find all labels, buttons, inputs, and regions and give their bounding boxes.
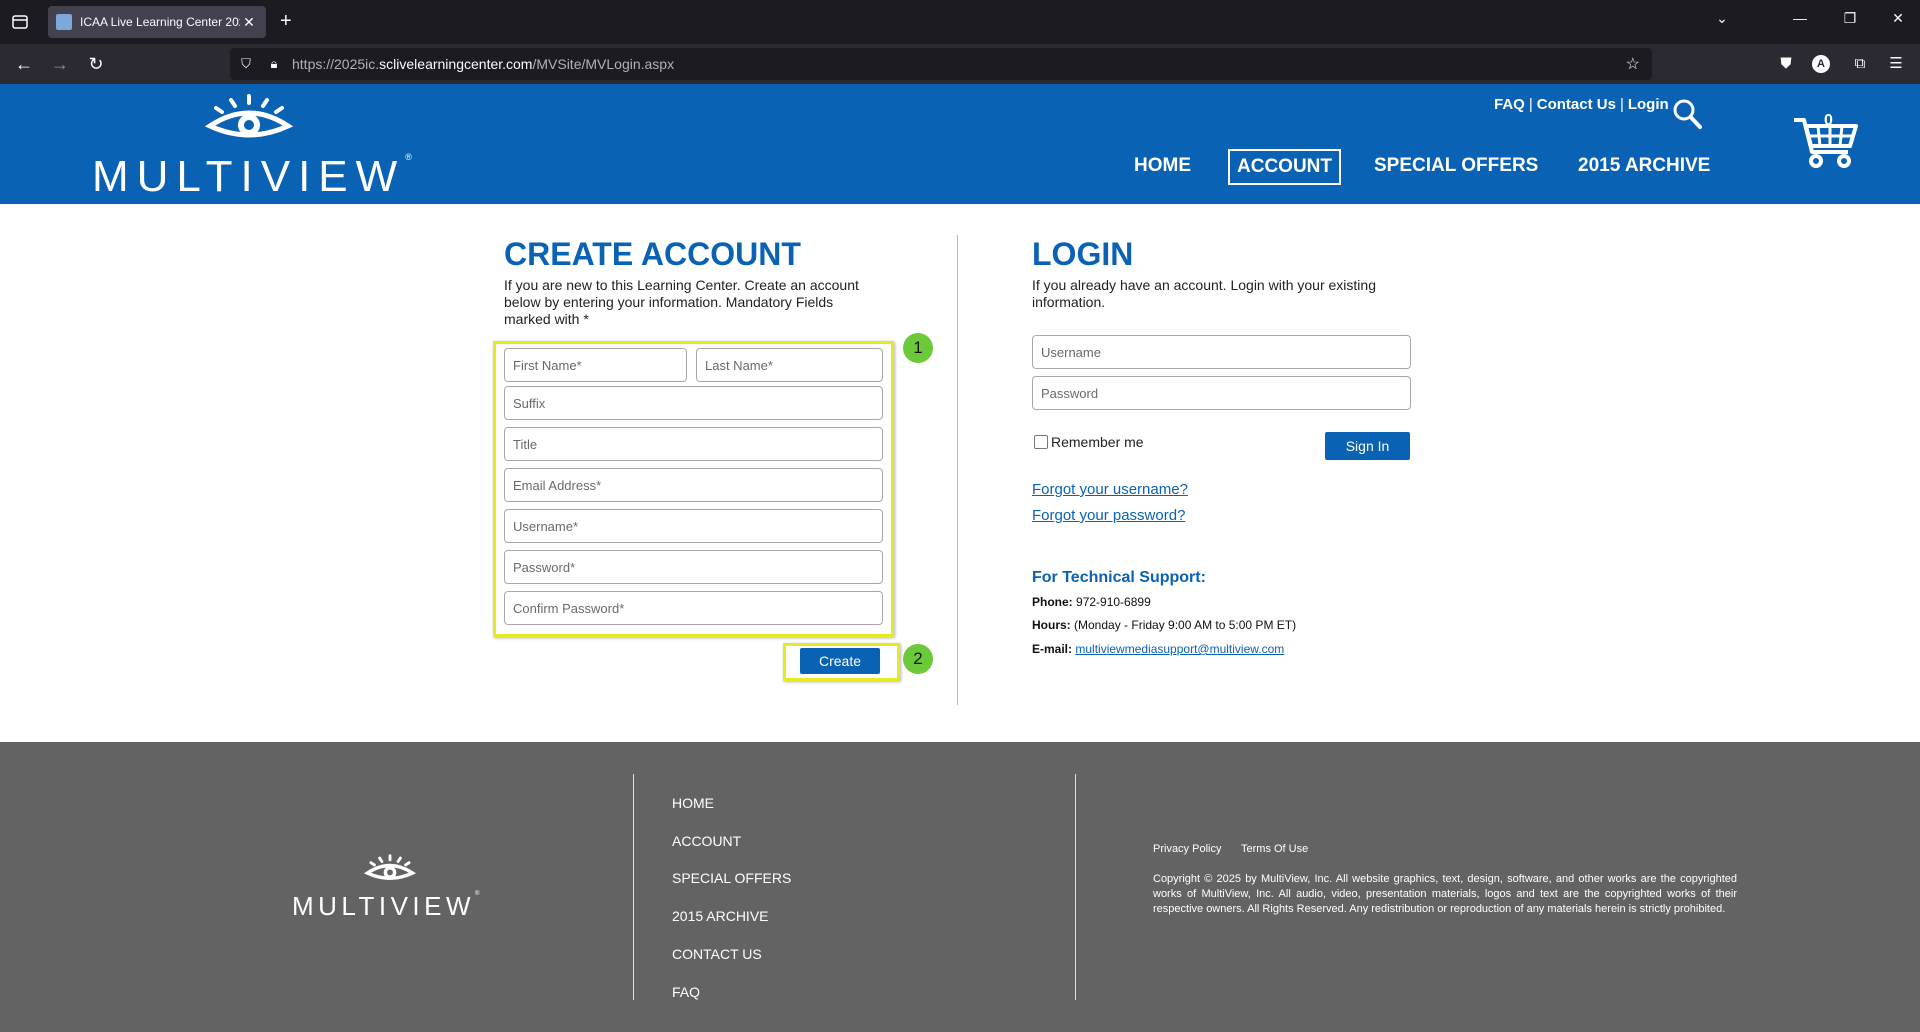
nav-special-offers[interactable]: SPECIAL OFFERS [1374, 155, 1538, 177]
confirm-password-field[interactable] [504, 591, 883, 625]
email-field[interactable] [504, 468, 883, 502]
menu-hamburger-icon[interactable]: ☰ [1884, 52, 1908, 76]
support-title: For Technical Support: [1032, 569, 1206, 586]
footer-eye-logo-icon [364, 854, 416, 880]
forgot-username-link[interactable]: Forgot your username? [1032, 481, 1188, 498]
login-intro: If you already have an account. Login wi… [1032, 277, 1376, 310]
browser-tab-bar: ICAA Live Learning Center 2025 ✕ + ⌄ — ❐… [0, 0, 1920, 44]
cart-count: 0 [1824, 112, 1833, 129]
footer-nav-contact-us[interactable]: CONTACT US [672, 946, 762, 962]
site-favicon-icon [56, 14, 72, 30]
logo-wordmark: MULTIVIEW® [92, 152, 412, 201]
title-field[interactable] [504, 427, 883, 461]
browser-nav-bar: ← → ↻ ⛉ 🔒︎ https://2025ic.sclivelearning… [0, 44, 1920, 84]
address-bar[interactable]: ⛉ 🔒︎ https://2025ic.sclivelearningcenter… [230, 48, 1652, 80]
support-phone: Phone: 972-910-6899 [1032, 595, 1151, 609]
pocket-icon[interactable]: ⛊ [1774, 52, 1798, 76]
extensions-icon[interactable]: ⧉ [1848, 52, 1872, 76]
new-tab-button[interactable]: + [280, 10, 292, 32]
remember-me[interactable]: Remember me [1034, 434, 1144, 450]
eye-logo-icon [204, 94, 294, 138]
utility-links: FAQ | Contact Us | Login [1494, 96, 1669, 113]
footer-nav-home[interactable]: HOME [672, 795, 714, 811]
login-password-field[interactable] [1032, 376, 1411, 410]
login-link[interactable]: Login [1628, 96, 1669, 113]
copyright-text: Copyright © 2025 by MultiView, Inc. All … [1153, 873, 1737, 915]
suffix-field[interactable] [504, 386, 883, 420]
create-account-intro: If you are new to this Learning Center. … [504, 277, 859, 327]
login-username-field[interactable] [1032, 335, 1411, 369]
support-email-link[interactable]: multiviewmediasupport@multiview.com [1075, 642, 1284, 656]
footer-divider-right [1075, 774, 1076, 1000]
url-text[interactable]: https://2025ic.sclivelearningcenter.com/… [292, 56, 674, 72]
multiview-logo[interactable]: MULTIVIEW® [92, 94, 412, 201]
nav-home[interactable]: HOME [1134, 155, 1191, 177]
close-window-icon[interactable]: ✕ [1886, 10, 1910, 27]
footer-nav-2015-archive[interactable]: 2015 ARCHIVE [672, 908, 769, 924]
lock-icon[interactable]: 🔒︎ [264, 54, 284, 74]
restore-window-icon[interactable]: ❐ [1838, 10, 1862, 27]
list-all-tabs-icon[interactable]: ⌄ [1710, 10, 1734, 27]
sign-in-button[interactable]: Sign In [1325, 432, 1410, 460]
remember-me-label: Remember me [1051, 434, 1144, 450]
footer-nav-faq[interactable]: FAQ [672, 984, 700, 1000]
faq-link[interactable]: FAQ [1494, 96, 1525, 113]
annotation-badge-1: 1 [903, 333, 933, 363]
footer-nav-special-offers[interactable]: SPECIAL OFFERS [672, 870, 791, 886]
create-button[interactable]: Create [800, 648, 880, 674]
password-field[interactable] [504, 550, 883, 584]
minimize-window-icon[interactable]: — [1788, 10, 1812, 26]
tab-title: ICAA Live Learning Center 2025 [80, 15, 240, 29]
tab-list-icon[interactable] [10, 12, 30, 32]
username-field[interactable] [504, 509, 883, 543]
support-hours: Hours: (Monday - Friday 9:00 AM to 5:00 … [1032, 618, 1297, 632]
support-email: E-mail: multiviewmediasupport@multiview.… [1032, 642, 1285, 656]
util-separator: | [1528, 96, 1533, 113]
site-header: MULTIVIEW® FAQ | Contact Us | Login 0 HOME A… [0, 84, 1920, 204]
privacy-policy-link[interactable]: Privacy Policy [1153, 843, 1221, 855]
reload-icon[interactable]: ↻ [84, 52, 108, 76]
remember-me-checkbox[interactable] [1034, 435, 1048, 449]
account-avatar-icon[interactable]: A [1812, 55, 1830, 73]
footer-logo-wordmark: MULTIVIEW® [292, 891, 480, 921]
contact-us-link[interactable]: Contact Us [1537, 96, 1616, 113]
create-account-title: CREATE ACCOUNT [504, 236, 801, 272]
nav-account[interactable]: ACCOUNT [1228, 149, 1341, 185]
forgot-password-link[interactable]: Forgot your password? [1032, 507, 1185, 524]
site-footer: MULTIVIEW® HOME ACCOUNT SPECIAL OFFERS 2… [0, 742, 1920, 1032]
section-divider [957, 235, 958, 705]
last-name-field[interactable] [696, 348, 883, 382]
shield-icon[interactable]: ⛉ [236, 54, 256, 74]
bookmark-star-icon[interactable]: ☆ [1626, 54, 1640, 74]
search-icon[interactable] [1672, 98, 1702, 130]
tab-close-icon[interactable]: ✕ [240, 14, 258, 31]
login-title: LOGIN [1032, 236, 1134, 272]
forward-arrow-icon[interactable]: → [48, 52, 72, 76]
footer-logo[interactable]: MULTIVIEW® [292, 854, 492, 924]
footer-nav-account[interactable]: ACCOUNT [672, 833, 741, 849]
terms-of-use-link[interactable]: Terms Of Use [1241, 843, 1308, 855]
nav-2015-archive[interactable]: 2015 ARCHIVE [1578, 155, 1710, 177]
back-arrow-icon[interactable]: ← [12, 52, 36, 76]
browser-tab-active[interactable]: ICAA Live Learning Center 2025 ✕ [48, 6, 266, 38]
first-name-field[interactable] [504, 348, 687, 382]
annotation-badge-2: 2 [903, 644, 933, 674]
footer-divider-left [633, 774, 634, 1000]
util-separator: | [1619, 96, 1624, 113]
